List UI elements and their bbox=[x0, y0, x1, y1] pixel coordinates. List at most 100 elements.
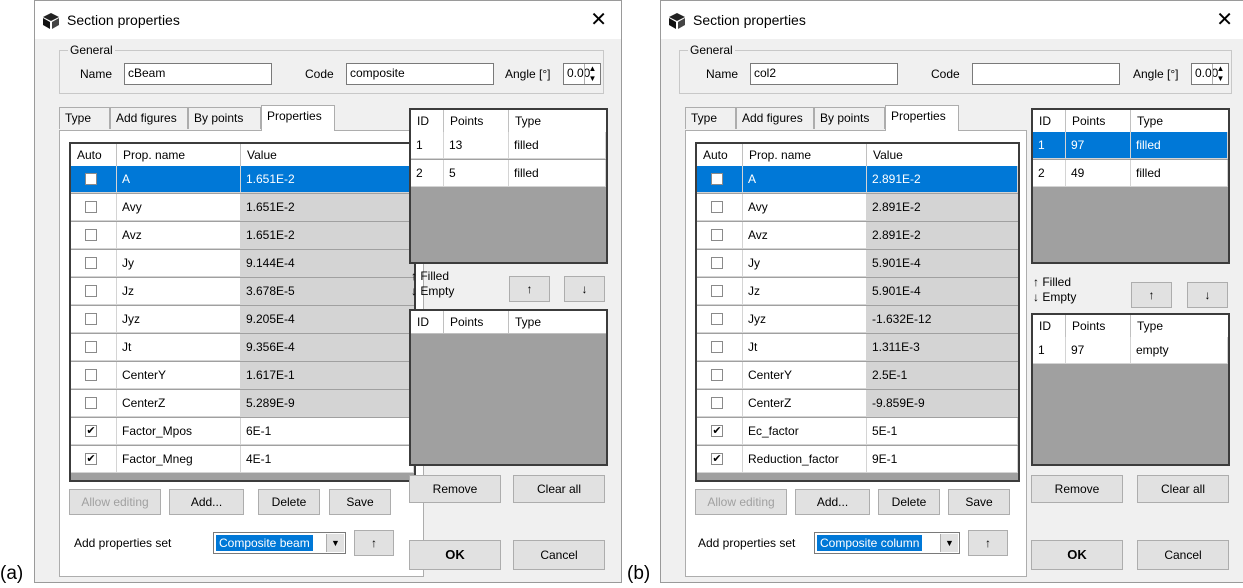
value-cell[interactable]: 9.356E-4 bbox=[241, 334, 414, 361]
angle-input[interactable]: 0.00 ▲ ▼ bbox=[1191, 63, 1229, 85]
auto-checkbox[interactable] bbox=[711, 341, 723, 353]
auto-checkbox[interactable]: ✔ bbox=[85, 425, 97, 437]
value-cell[interactable]: 1.617E-1 bbox=[241, 362, 414, 389]
spin-up-icon[interactable]: ▲ bbox=[585, 64, 600, 74]
spin-down-icon[interactable]: ▼ bbox=[585, 74, 600, 84]
auto-checkbox[interactable] bbox=[711, 313, 723, 325]
value-cell[interactable]: 1.651E-2 bbox=[241, 194, 414, 221]
tab-add-figures[interactable]: Add figures bbox=[736, 107, 814, 129]
value-cell[interactable]: 5E-1 bbox=[867, 418, 1018, 445]
table-row[interactable]: Jt 1.311E-3 bbox=[697, 334, 1018, 361]
move-up-button[interactable]: ↑ bbox=[509, 276, 550, 302]
table-row[interactable]: CenterZ -9.859E-9 bbox=[697, 390, 1018, 417]
auto-checkbox[interactable] bbox=[85, 257, 97, 269]
column-header-type[interactable]: Type bbox=[509, 110, 604, 132]
name-input[interactable]: col2 bbox=[750, 63, 898, 85]
value-cell[interactable]: 3.678E-5 bbox=[241, 278, 414, 305]
delete-button[interactable]: Delete bbox=[878, 489, 940, 515]
column-header-points[interactable]: Points bbox=[1066, 315, 1131, 337]
tab-properties[interactable]: Properties bbox=[885, 105, 959, 131]
value-cell[interactable]: 1.651E-2 bbox=[241, 166, 414, 193]
add-button[interactable]: Add... bbox=[169, 489, 244, 515]
auto-checkbox[interactable] bbox=[85, 173, 97, 185]
table-row[interactable]: Jt 9.356E-4 bbox=[71, 334, 414, 361]
table-row[interactable]: A 1.651E-2 bbox=[71, 166, 414, 193]
auto-checkbox[interactable] bbox=[711, 369, 723, 381]
table-row[interactable]: Jz 3.678E-5 bbox=[71, 278, 414, 305]
table-row[interactable]: 1 97 empty bbox=[1033, 337, 1228, 364]
table-row[interactable]: 2 49 filled bbox=[1033, 160, 1228, 187]
tab-add-figures[interactable]: Add figures bbox=[110, 107, 188, 129]
auto-checkbox[interactable]: ✔ bbox=[711, 425, 723, 437]
auto-checkbox[interactable] bbox=[711, 285, 723, 297]
remove-button[interactable]: Remove bbox=[409, 475, 501, 503]
move-down-button[interactable]: ↓ bbox=[1187, 282, 1228, 308]
tab-type[interactable]: Type bbox=[685, 107, 736, 129]
value-cell[interactable]: 5.289E-9 bbox=[241, 390, 414, 417]
table-row[interactable]: Jyz 9.205E-4 bbox=[71, 306, 414, 333]
table-row[interactable]: Jy 9.144E-4 bbox=[71, 250, 414, 277]
filled-figures-grid[interactable]: ID Points Type 1 97 filled 2 49 filled bbox=[1031, 108, 1230, 264]
table-row[interactable]: ✔ Factor_Mpos 6E-1 bbox=[71, 418, 414, 445]
column-header-auto[interactable]: Auto bbox=[697, 144, 743, 166]
column-header-auto[interactable]: Auto bbox=[71, 144, 117, 166]
table-row[interactable]: A 2.891E-2 bbox=[697, 166, 1018, 193]
remove-button[interactable]: Remove bbox=[1031, 475, 1123, 503]
tab-by-points[interactable]: By points bbox=[188, 107, 261, 129]
add-button[interactable]: Add... bbox=[795, 489, 870, 515]
table-row[interactable]: Jy 5.901E-4 bbox=[697, 250, 1018, 277]
auto-checkbox[interactable] bbox=[85, 341, 97, 353]
properties-grid[interactable]: Auto Prop. name Value A 2.891E-2 Avy 2.891E… bbox=[695, 142, 1020, 482]
auto-checkbox[interactable] bbox=[711, 201, 723, 213]
tab-type[interactable]: Type bbox=[59, 107, 110, 129]
auto-checkbox[interactable] bbox=[85, 369, 97, 381]
column-header-id[interactable]: ID bbox=[1033, 315, 1066, 337]
tab-properties[interactable]: Properties bbox=[261, 105, 335, 131]
value-cell[interactable]: 9.144E-4 bbox=[241, 250, 414, 277]
ok-button[interactable]: OK bbox=[1031, 540, 1123, 570]
move-up-button[interactable]: ↑ bbox=[1131, 282, 1172, 308]
allow-editing-button[interactable]: Allow editing bbox=[69, 489, 161, 515]
table-row[interactable]: 2 5 filled bbox=[411, 160, 606, 187]
column-header-prop-name[interactable]: Prop. name bbox=[117, 144, 241, 166]
auto-checkbox[interactable] bbox=[85, 285, 97, 297]
table-row[interactable]: Avz 1.651E-2 bbox=[71, 222, 414, 249]
properties-set-select[interactable]: Composite beam ▼ bbox=[213, 532, 346, 554]
delete-button[interactable]: Delete bbox=[258, 489, 320, 515]
value-cell[interactable]: 1.311E-3 bbox=[867, 334, 1018, 361]
spin-up-icon[interactable]: ▲ bbox=[1213, 64, 1228, 74]
table-row[interactable]: CenterY 1.617E-1 bbox=[71, 362, 414, 389]
code-input[interactable]: composite bbox=[346, 63, 494, 85]
ok-button[interactable]: OK bbox=[409, 540, 501, 570]
table-row[interactable]: 1 97 filled bbox=[1033, 132, 1228, 159]
table-row[interactable]: Jyz -1.632E-12 bbox=[697, 306, 1018, 333]
auto-checkbox[interactable] bbox=[711, 257, 723, 269]
angle-spinner[interactable]: ▲ ▼ bbox=[584, 64, 600, 84]
save-button[interactable]: Save bbox=[948, 489, 1010, 515]
move-down-button[interactable]: ↓ bbox=[564, 276, 605, 302]
code-input[interactable] bbox=[972, 63, 1120, 85]
filled-figures-grid[interactable]: ID Points Type 1 13 filled 2 5 filled bbox=[409, 108, 608, 264]
table-row[interactable]: CenterY 2.5E-1 bbox=[697, 362, 1018, 389]
value-cell[interactable]: 2.891E-2 bbox=[867, 166, 1018, 193]
value-cell[interactable]: 9E-1 bbox=[867, 446, 1018, 473]
close-icon[interactable]: ✕ bbox=[1216, 8, 1233, 32]
column-header-value[interactable]: Value bbox=[241, 144, 411, 166]
auto-checkbox[interactable] bbox=[85, 201, 97, 213]
column-header-type[interactable]: Type bbox=[1131, 315, 1226, 337]
name-input[interactable]: cBeam bbox=[124, 63, 272, 85]
table-row[interactable]: CenterZ 5.289E-9 bbox=[71, 390, 414, 417]
value-cell[interactable]: 6E-1 bbox=[241, 418, 414, 445]
table-row[interactable]: ✔ Ec_factor 5E-1 bbox=[697, 418, 1018, 445]
value-cell[interactable]: 4E-1 bbox=[241, 446, 414, 473]
column-header-id[interactable]: ID bbox=[1033, 110, 1066, 132]
auto-checkbox[interactable] bbox=[711, 397, 723, 409]
column-header-type[interactable]: Type bbox=[509, 311, 604, 333]
clear-all-button[interactable]: Clear all bbox=[513, 475, 605, 503]
table-row[interactable]: ✔ Factor_Mneg 4E-1 bbox=[71, 446, 414, 473]
value-cell[interactable]: 2.891E-2 bbox=[867, 194, 1018, 221]
value-cell[interactable]: 5.901E-4 bbox=[867, 250, 1018, 277]
table-row[interactable]: Jz 5.901E-4 bbox=[697, 278, 1018, 305]
table-row[interactable]: Avz 2.891E-2 bbox=[697, 222, 1018, 249]
properties-set-up-button[interactable]: ↑ bbox=[968, 530, 1008, 556]
